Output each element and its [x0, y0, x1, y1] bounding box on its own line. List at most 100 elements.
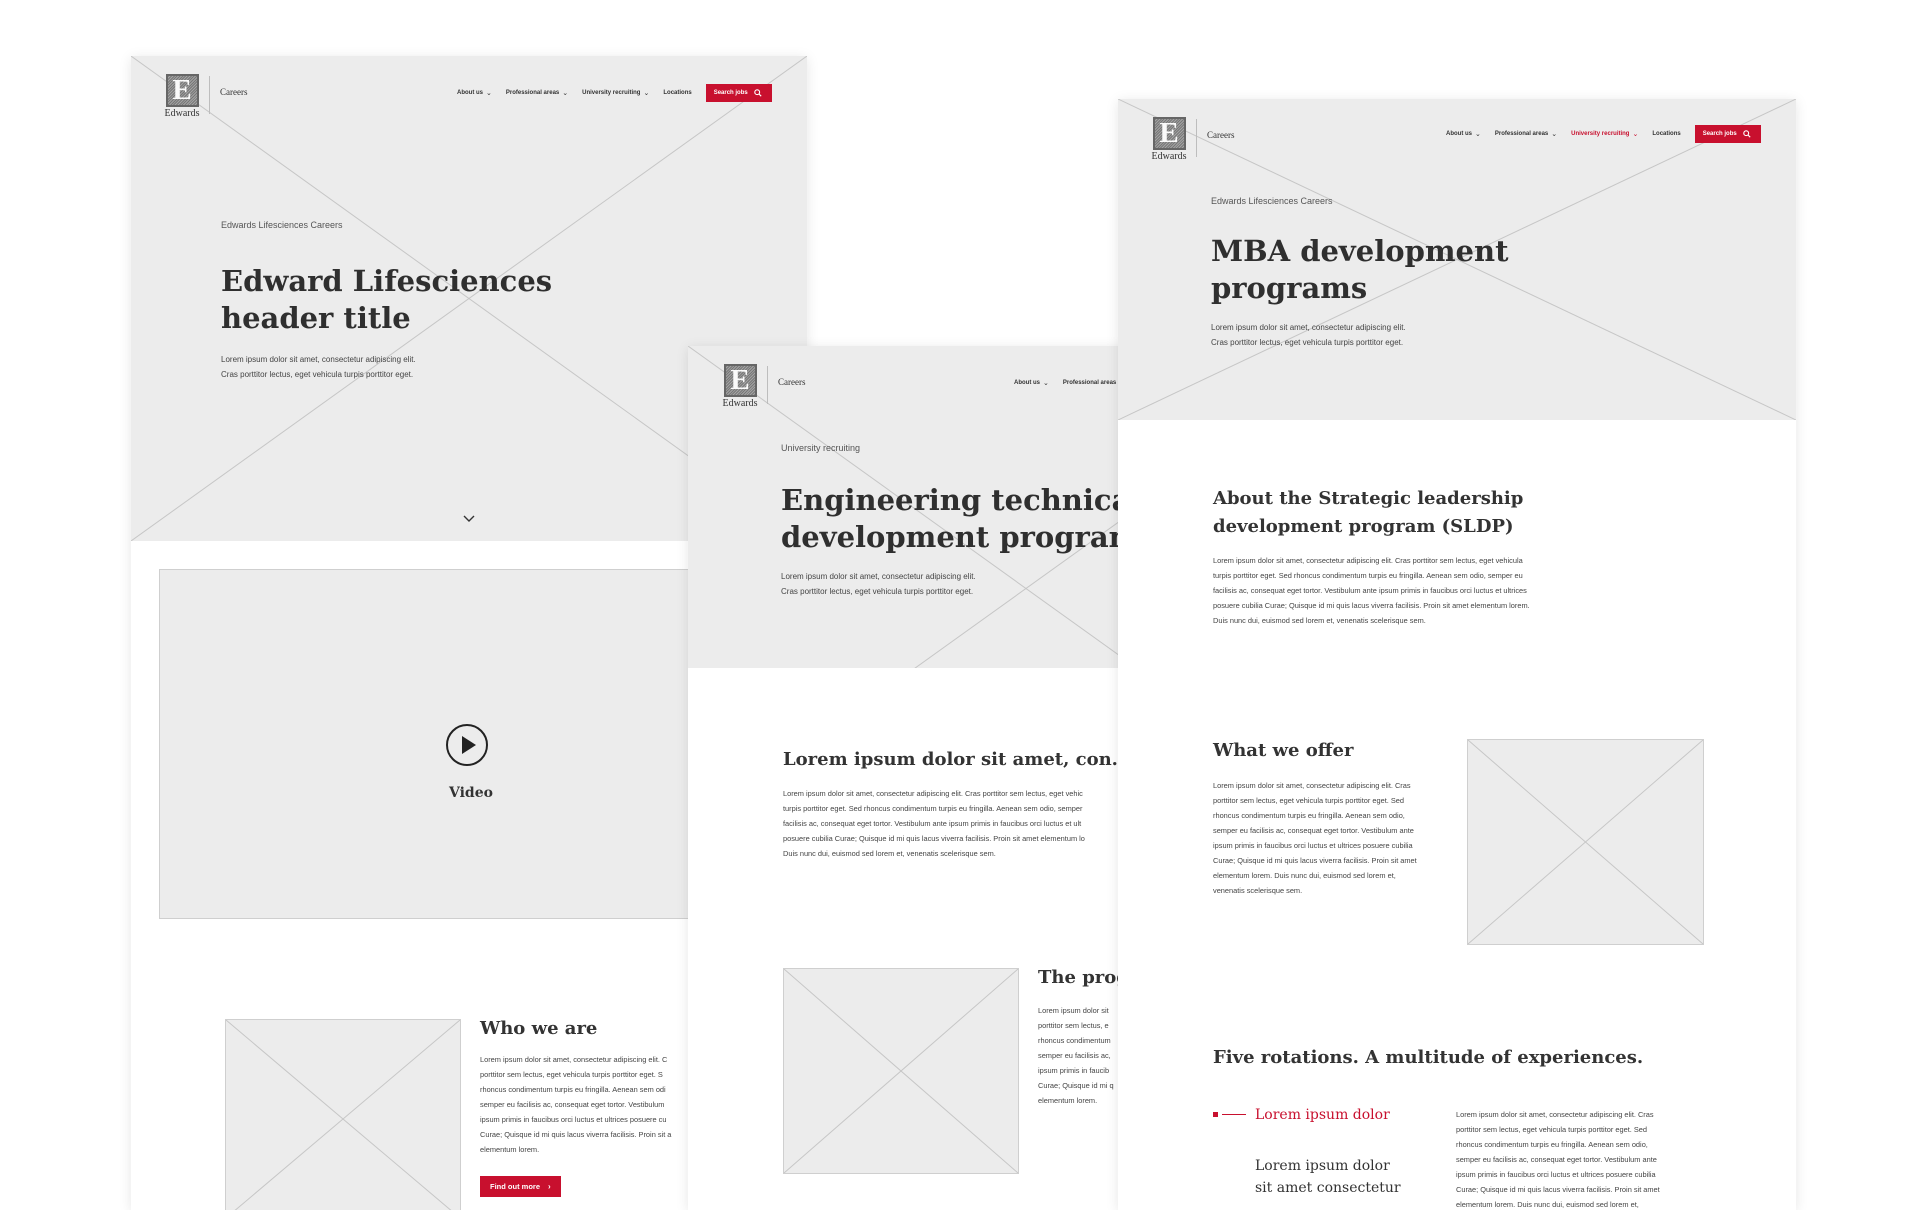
body-line: Lorem ipsum dolor sit amet, consectetur …	[1213, 781, 1411, 790]
body-line: rhoncus condimentum	[1038, 1036, 1111, 1045]
about-text: Lorem ipsum dolor sit amet, consectetur …	[1213, 553, 1530, 628]
logo-mark: E	[165, 74, 199, 107]
nav-professional-areas[interactable]: Professional areas	[1063, 380, 1116, 386]
lead-line: Cras porttitor lectus, eget vehicula tur…	[1211, 338, 1404, 347]
nav-locations[interactable]: Locations	[1652, 131, 1680, 137]
logo-wordmark: Edwards	[722, 398, 758, 409]
hero-eyebrow: University recruiting	[781, 443, 861, 453]
title-line: development program	[781, 520, 1140, 554]
nav-label: About us	[1446, 131, 1472, 137]
heading-line: About the Strategic leadership	[1213, 488, 1524, 509]
lead-line: Lorem ipsum dolor sit amet, consectetur …	[1211, 323, 1406, 332]
nav-about-us[interactable]: About us ⌄	[457, 89, 492, 97]
body-line: rhoncus condimentum turpis eu fringilla.…	[1213, 811, 1405, 820]
find-out-more-button[interactable]: Find out more ›	[480, 1176, 561, 1197]
logo-divider	[767, 366, 768, 404]
section-text: Lorem ipsum dolor sit amet, consectetur …	[783, 786, 1085, 861]
nav-label: About us	[1014, 380, 1040, 386]
body-line: Curae; Quisque id mi quis lacus viverra …	[1456, 1185, 1660, 1194]
placeholder-cross	[1468, 740, 1703, 944]
wireframe-mba-program: E Edwards Careers About us ⌄ Professional…	[1118, 99, 1796, 1210]
logo-wordmark: Edwards	[164, 108, 200, 119]
careers-label: Careers	[778, 377, 806, 387]
chevron-down-icon: ⌄	[1632, 131, 1639, 138]
scroll-down-chevron-icon[interactable]	[462, 512, 476, 526]
nav-professional-areas[interactable]: Professional areas ⌄	[1495, 130, 1557, 138]
main-nav: About us ⌄ Professional areas ⌄ University…	[1446, 125, 1761, 143]
title-line: MBA development	[1211, 234, 1509, 268]
about-heading: About the Strategic leadership developme…	[1213, 485, 1523, 541]
nav-locations[interactable]: Locations	[663, 90, 691, 96]
edwards-logo[interactable]: E Edwards	[1149, 117, 1189, 162]
program-heading: The prog	[1038, 967, 1129, 988]
cta-label: Find out more	[490, 1182, 540, 1191]
rotation-label: Lorem ipsum dolor	[1255, 1158, 1390, 1174]
heading-line: development program (SLDP)	[1213, 516, 1514, 537]
body-line: elementum lorem.	[1038, 1096, 1098, 1105]
title-line: Engineering technical	[781, 483, 1142, 517]
search-jobs-button[interactable]: Search jobs	[705, 84, 772, 102]
logo-divider	[1196, 119, 1197, 157]
chevron-down-icon: ⌄	[1551, 131, 1558, 138]
body-line: porttitor sem lectus, e	[1038, 1021, 1109, 1030]
nav-professional-areas[interactable]: Professional areas ⌄	[506, 89, 568, 97]
body-line: Lorem ipsum dolor sit amet, consectetur …	[480, 1055, 668, 1064]
nav-label: Professional areas	[505, 90, 560, 96]
chevron-down-icon: ⌄	[1475, 131, 1481, 138]
search-icon	[753, 89, 762, 97]
nav-about-us[interactable]: About us ⌄	[1446, 130, 1481, 138]
what-we-offer-text: Lorem ipsum dolor sit amet, consectetur …	[1213, 778, 1417, 898]
body-line: porttitor sem lectus, eget vehicula turp…	[1213, 796, 1405, 805]
body-line: Lorem ipsum dolor sit amet, consectetur …	[783, 789, 1083, 798]
body-line: porttitor sem lectus, eget vehicula turp…	[1456, 1125, 1648, 1134]
body-line: semper eu facilisis ac, consequat eget t…	[480, 1100, 665, 1109]
nav-label: University recruiting	[582, 90, 641, 96]
body-line: posuere cubilia Curae; Quisque id mi qui…	[1213, 601, 1530, 610]
body-line: semper eu facilisis ac,	[1038, 1051, 1111, 1060]
body-line: elementum lorem. Duis nunc dui, euismod …	[1213, 871, 1396, 880]
hero-lead: Lorem ipsum dolor sit amet, consectetur …	[1211, 320, 1406, 350]
play-icon[interactable]	[445, 723, 489, 767]
active-rotation-marker	[1213, 1112, 1218, 1117]
hero-lead: Lorem ipsum dolor sit amet, consectetur …	[221, 352, 416, 382]
chevron-down-icon: ⌄	[486, 90, 492, 97]
hero-lead: Lorem ipsum dolor sit amet, consectetur …	[781, 569, 976, 599]
placeholder-cross	[784, 969, 1018, 1173]
nav-university-recruiting[interactable]: University recruiting ⌄	[1571, 130, 1638, 138]
title-line: programs	[1211, 271, 1368, 305]
body-line: rhoncus condimentum turpis eu fringilla.…	[480, 1085, 666, 1094]
body-line: Curae; Quisque id mi quis lacus viverra …	[480, 1130, 672, 1139]
main-nav: About us ⌄ Professional areas ⌄ University…	[457, 84, 772, 102]
logo-divider	[209, 76, 210, 114]
rotation-label: sit amet consectetur	[1255, 1180, 1401, 1196]
what-we-offer-heading: What we offer	[1213, 740, 1354, 761]
body-line: facilisis ac, consequat eget tortor. Ves…	[783, 819, 1082, 828]
lead-line: Cras porttitor lectus, eget vehicula tur…	[781, 587, 974, 596]
nav-label: Professional areas	[1494, 131, 1549, 137]
search-jobs-button[interactable]: Search jobs	[1694, 125, 1761, 143]
nav-university-recruiting[interactable]: University recruiting ⌄	[582, 89, 649, 97]
nav-about-us[interactable]: About us ⌄	[1014, 379, 1049, 387]
body-line: posuere cubilia Curae; Quisque id mi qui…	[783, 834, 1085, 843]
who-we-are-heading: Who we are	[480, 1018, 598, 1039]
body-line: elementum lorem.	[480, 1145, 540, 1154]
who-we-are-image-placeholder	[225, 1019, 461, 1210]
body-line: semper eu facilisis ac, consequat eget t…	[1213, 826, 1414, 835]
body-line: ipsum primis in faucibus orci luctus et …	[1213, 841, 1413, 850]
rotation-description: Lorem ipsum dolor sit amet, consectetur …	[1456, 1107, 1660, 1210]
lead-line: Cras porttitor lectus, eget vehicula tur…	[221, 370, 414, 379]
search-button-label: Search jobs	[713, 90, 748, 96]
rotation-tab-2[interactable]: Lorem ipsum dolor sit amet consectetur	[1255, 1155, 1401, 1199]
main-nav: About us ⌄ Professional areas	[1014, 379, 1116, 387]
program-text: Lorem ipsum dolor sit porttitor sem lect…	[1038, 1003, 1114, 1108]
search-button-label: Search jobs	[1702, 131, 1737, 137]
careers-label: Careers	[1207, 130, 1235, 140]
active-rotation-line	[1222, 1114, 1246, 1115]
body-line: ipsum primis in faucib	[1038, 1066, 1110, 1075]
edwards-logo[interactable]: E Edwards	[720, 364, 760, 409]
body-line: ipsum primis in faucibus orci luctus et …	[480, 1115, 667, 1124]
edwards-logo[interactable]: E Edwards	[162, 74, 202, 119]
body-line: Duis nunc dui, euismod sed lorem et, ven…	[1213, 616, 1426, 625]
rotation-tab-1[interactable]: Lorem ipsum dolor	[1255, 1104, 1390, 1126]
body-line: porttitor sem lectus, eget vehicula turp…	[480, 1070, 663, 1079]
